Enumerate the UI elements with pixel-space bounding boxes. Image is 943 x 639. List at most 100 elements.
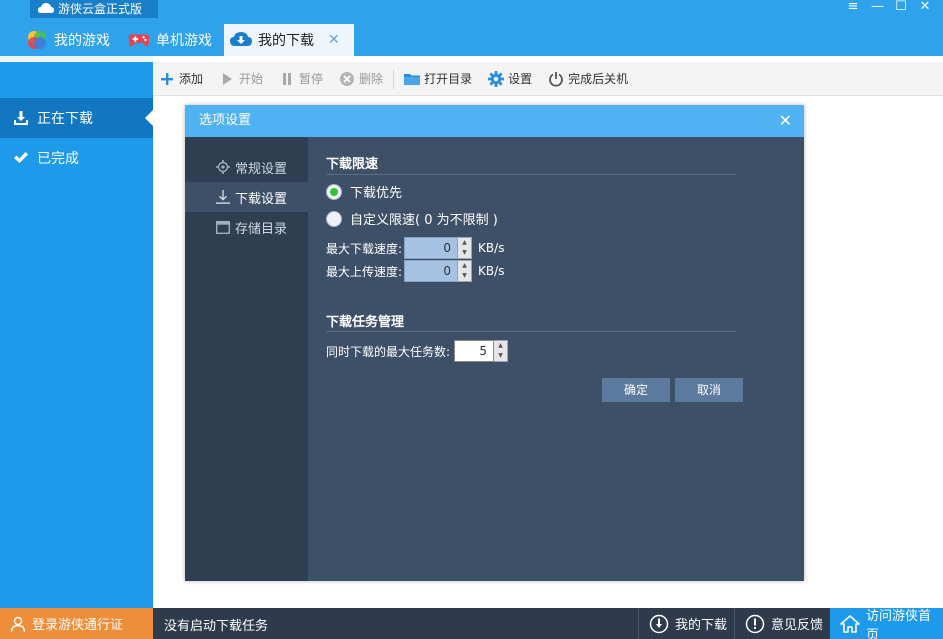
folder-icon (404, 71, 421, 87)
visit-homepage-label: 访问游侠首页 (866, 608, 932, 639)
nav-label: 常规设置 (235, 161, 288, 177)
stepper-buttons: ▲ ▼ (458, 237, 473, 259)
sidebar-item-completed[interactable]: 已完成 (0, 138, 153, 178)
nav-storage-directory[interactable]: 存储目录 (185, 212, 308, 242)
max-tasks-stepper[interactable]: 5 ▲ ▼ (454, 340, 509, 362)
tab-single-games[interactable]: 单机游戏 (122, 24, 224, 56)
section-divider (326, 331, 736, 332)
pause-icon (279, 71, 295, 87)
pause-button[interactable]: 暂停 (279, 70, 323, 87)
sidebar-item-label: 已完成 (37, 151, 79, 167)
close-icon[interactable]: ✕ (779, 105, 792, 137)
exclamation-circle-icon (745, 614, 765, 634)
dialog-header: 选项设置 ✕ (185, 105, 804, 137)
close-icon[interactable]: ✕ (919, 0, 931, 16)
download-circle-icon (649, 614, 669, 634)
open-directory-button[interactable]: 打开目录 (404, 70, 472, 87)
window-controls: ≡ — ☐ ✕ (847, 0, 931, 16)
tab-my-downloads[interactable]: 我的下载 ✕ (224, 24, 354, 56)
tab-label: 我的游戏 (54, 33, 110, 49)
task-management-heading: 下载任务管理 (326, 315, 405, 330)
sidebar: 正在下载 已完成 (0, 56, 153, 608)
folder-window-icon (215, 219, 231, 235)
multicolor-circles-icon (26, 29, 48, 51)
login-button[interactable]: 登录游侠通行证 (0, 608, 153, 639)
settings-label: 设置 (508, 72, 533, 86)
title-bar: 游侠云盒正式版 ≡ — ☐ ✕ 我的游戏 单机游戏 我的下载 ✕ (0, 0, 943, 56)
main-tabs: 我的游戏 单机游戏 我的下载 ✕ (20, 24, 354, 56)
tab-label: 单机游戏 (156, 33, 212, 49)
open-directory-label: 打开目录 (424, 72, 473, 86)
user-icon (10, 616, 26, 632)
toolbar-divider (393, 68, 395, 89)
cloud-logo-icon (38, 3, 54, 13)
nav-label: 下载设置 (235, 191, 288, 207)
stepper-down-icon[interactable]: ▼ (494, 351, 507, 361)
plus-icon (159, 71, 175, 87)
sidebar-top-strip (0, 56, 153, 62)
stepper-down-icon[interactable]: ▼ (458, 248, 471, 258)
options-dialog: 选项设置 ✕ 常规设置 下载设置 存储目录 下载限速 下载优先 自定义限速(0… (185, 105, 804, 581)
dialog-nav: 常规设置 下载设置 存储目录 (185, 137, 308, 581)
max-tasks-value[interactable]: 5 (454, 340, 495, 362)
menu-icon[interactable]: ≡ (847, 0, 859, 16)
add-button[interactable]: 添加 (159, 70, 203, 87)
speed-unit: KB/s (478, 241, 505, 255)
tab-my-games[interactable]: 我的游戏 (20, 24, 122, 56)
max-upload-label: 最大上传速度: (326, 264, 403, 279)
start-label: 开始 (239, 72, 264, 86)
radio-download-priority[interactable]: 下载优先 (326, 182, 402, 201)
stepper-up-icon[interactable]: ▲ (458, 261, 471, 271)
max-download-value[interactable]: 0 (404, 237, 459, 259)
dialog-title: 选项设置 (199, 113, 252, 128)
ok-button[interactable]: 确定 (602, 378, 670, 402)
shutdown-after-label: 完成后关机 (568, 72, 629, 86)
maximize-icon[interactable]: ☐ (895, 0, 907, 16)
max-tasks-label: 同时下载的最大任务数: (326, 344, 451, 359)
max-upload-stepper[interactable]: 0 ▲ ▼ (404, 260, 473, 282)
dialog-body: 下载限速 下载优先 自定义限速( 0 为不限制 ) 最大下载速度: 0 ▲ ▼ … (308, 137, 804, 581)
my-downloads-button[interactable]: 我的下载 (638, 608, 734, 639)
max-tasks-row: 同时下载的最大任务数: 5 ▲ ▼ (326, 340, 509, 362)
visit-homepage-button[interactable]: 访问游侠首页 (830, 608, 943, 639)
nav-general-settings[interactable]: 常规设置 (185, 152, 308, 182)
power-icon (548, 71, 564, 87)
cancel-button[interactable]: 取消 (675, 378, 743, 402)
stepper-down-icon[interactable]: ▼ (458, 271, 471, 281)
section-divider (326, 174, 736, 175)
max-download-label: 最大下载速度: (326, 241, 403, 256)
max-download-stepper[interactable]: 0 ▲ ▼ (404, 237, 473, 259)
status-message: 没有启动下载任务 (164, 619, 269, 634)
settings-button[interactable]: 设置 (488, 70, 532, 87)
feedback-button[interactable]: 意见反馈 (734, 608, 830, 639)
feedback-label: 意见反馈 (771, 618, 824, 633)
nav-label: 存储目录 (235, 221, 288, 237)
stepper-up-icon[interactable]: ▲ (458, 238, 471, 248)
gamepad-icon (128, 29, 150, 51)
app-title: 游侠云盒正式版 (30, 0, 158, 18)
checkmark-icon (12, 149, 30, 167)
start-button[interactable]: 开始 (219, 70, 263, 87)
shutdown-after-button[interactable]: 完成后关机 (548, 70, 628, 87)
max-upload-value[interactable]: 0 (404, 260, 459, 282)
speed-unit: KB/s (478, 264, 505, 278)
toolbar: 添加 开始 暂停 删除 打开目录 设置 完成后关机 (153, 62, 943, 96)
max-upload-row: 最大上传速度: 0 ▲ ▼ KB/s (326, 260, 504, 282)
speed-limit-heading: 下载限速 (326, 157, 379, 172)
close-tab-icon[interactable]: ✕ (328, 32, 340, 48)
tab-label: 我的下载 (258, 33, 314, 49)
radio-custom-limit[interactable]: 自定义限速( 0 为不限制 ) (326, 209, 498, 228)
download-icon (12, 109, 30, 127)
stepper-buttons: ▲ ▼ (458, 260, 473, 282)
stepper-up-icon[interactable]: ▲ (494, 341, 507, 351)
delete-button[interactable]: 删除 (339, 70, 383, 87)
status-bar: 登录游侠通行证 没有启动下载任务 我的下载 意见反馈 访问游侠首页 (0, 608, 943, 639)
my-downloads-label: 我的下载 (675, 618, 728, 633)
nav-download-settings[interactable]: 下载设置 (185, 182, 308, 212)
stepper-buttons: ▲ ▼ (494, 340, 509, 362)
sidebar-item-downloading[interactable]: 正在下载 (0, 98, 153, 138)
download-icon (215, 189, 231, 205)
minimize-icon[interactable]: — (871, 0, 884, 16)
gear-icon (488, 70, 505, 87)
radio-label: 下载优先 (350, 186, 403, 201)
